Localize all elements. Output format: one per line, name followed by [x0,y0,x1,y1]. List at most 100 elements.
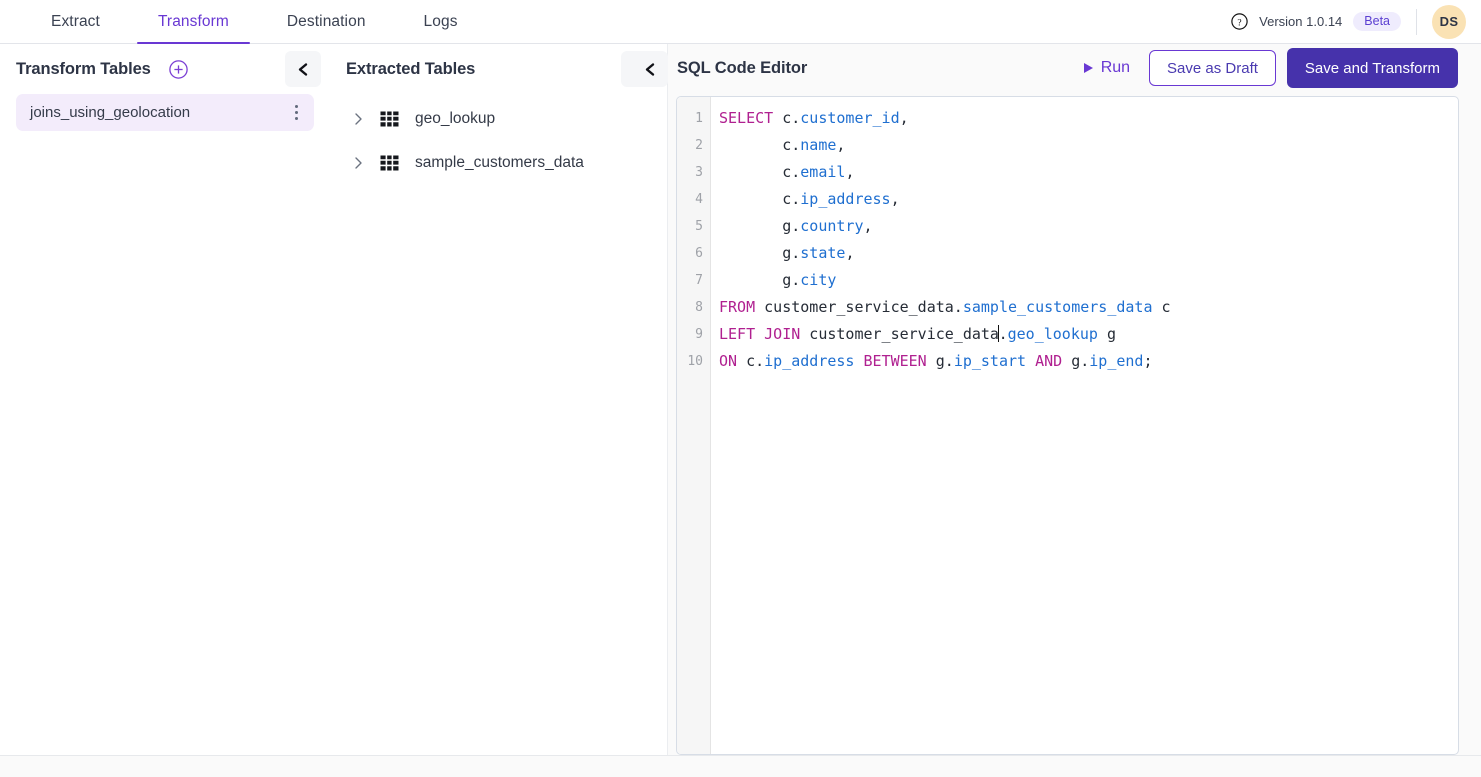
code-token: g. [719,244,800,262]
code-token [755,325,764,343]
extracted-tables-list: geo_lookup sample_c [330,94,667,185]
chevron-left-icon [643,62,658,77]
line-number: 4 [677,186,710,213]
transform-panel-title: Transform Tables [16,60,151,79]
run-button[interactable]: Run [1076,55,1138,81]
code-token: . [999,325,1008,343]
code-token: c. [737,352,764,370]
collapse-sql-panel-button[interactable] [632,51,668,87]
code-token: SELECT [719,109,773,127]
code-token: customer_service_data [800,325,999,343]
run-button-label: Run [1101,59,1130,77]
code-token: geo_lookup [1008,325,1098,343]
code-token: customer_id [800,109,899,127]
beta-badge: Beta [1353,12,1401,32]
chevron-right-icon[interactable] [347,112,369,126]
code-token: FROM [719,298,755,316]
code-line: ON c.ip_address BETWEEN g.ip_start AND g… [719,348,1458,375]
save-and-transform-button[interactable]: Save and Transform [1287,48,1458,88]
code-token: , [891,190,900,208]
plus-circle-icon[interactable] [169,60,188,79]
sql-code-editor[interactable]: 12345678910 SELECT c.customer_id, c.name… [676,96,1459,755]
code-line: c.email, [719,159,1458,186]
sql-editor-header: SQL Code Editor Run Save as Draft Save a… [668,44,1481,92]
tab-logs[interactable]: Logs [395,0,487,44]
table-icon [380,111,399,127]
code-token: country [800,217,863,235]
code-token: AND [1035,352,1062,370]
more-vertical-icon[interactable] [292,101,301,124]
code-token: LEFT [719,325,755,343]
code-line: LEFT JOIN customer_service_data.geo_look… [719,321,1458,348]
tab-destination[interactable]: Destination [258,0,395,44]
code-token: JOIN [764,325,800,343]
code-token: g. [719,217,800,235]
extracted-table-item[interactable]: sample_customers_data [330,141,667,185]
code-token: ip_end [1089,352,1143,370]
code-line: c.ip_address, [719,186,1458,213]
tab-extract[interactable]: Extract [22,0,129,44]
code-line: g.city [719,267,1458,294]
extracted-table-label: sample_customers_data [415,154,584,172]
tab-logs-label: Logs [424,13,458,31]
transform-panel-header: Transform Tables [0,44,330,94]
code-token: name [800,136,836,154]
code-line: SELECT c.customer_id, [719,105,1458,132]
code-token: c [1153,298,1171,316]
avatar[interactable]: DS [1432,5,1466,39]
code-token: ON [719,352,737,370]
code-line: c.name, [719,132,1458,159]
code-token: state [800,244,845,262]
header-right-cluster: ? Version 1.0.14 Beta DS [1231,0,1481,43]
header-divider [1416,9,1417,35]
play-icon [1084,63,1093,73]
tab-destination-label: Destination [287,13,366,31]
code-token: ip_start [954,352,1026,370]
code-token: c. [773,109,800,127]
line-number: 8 [677,294,710,321]
collapse-transform-panel-button[interactable] [285,51,321,87]
extracted-table-label: geo_lookup [415,110,495,128]
code-token: g. [719,271,800,289]
code-token: sample_customers_data [963,298,1153,316]
line-number: 9 [677,321,710,348]
code-token: , [845,244,854,262]
line-number: 7 [677,267,710,294]
transform-table-label: joins_using_geolocation [30,104,292,121]
editor-line-number-gutter: 12345678910 [677,97,711,754]
code-token: , [900,109,909,127]
extracted-table-item[interactable]: geo_lookup [330,97,667,141]
code-token: city [800,271,836,289]
code-token [1026,352,1035,370]
code-token: , [864,217,873,235]
version-label: Version 1.0.14 [1259,14,1342,29]
line-number: 3 [677,159,710,186]
table-icon [380,155,399,171]
transform-tables-list: joins_using_geolocation [0,94,330,131]
save-as-draft-button[interactable]: Save as Draft [1149,50,1276,86]
question-circle-icon[interactable]: ? [1231,13,1248,30]
code-line: g.country, [719,213,1458,240]
code-token [854,352,863,370]
transform-tables-panel: Transform Tables joins_using_geolocation [0,44,330,777]
line-number: 5 [677,213,710,240]
code-token: c. [719,163,800,181]
extracted-panel-header: Extracted Tables [330,44,667,94]
tab-transform[interactable]: Transform [129,0,258,44]
line-number: 2 [677,132,710,159]
tab-transform-label: Transform [158,13,229,31]
code-token: g. [927,352,954,370]
line-number: 10 [677,348,710,375]
footer-strip [0,755,1481,777]
svg-text:?: ? [1238,18,1242,28]
code-token: g [1098,325,1116,343]
chevron-right-icon[interactable] [347,156,369,170]
code-token: , [845,163,854,181]
transform-table-item[interactable]: joins_using_geolocation [16,94,314,131]
sql-editor-title: SQL Code Editor [668,59,807,78]
editor-code-area[interactable]: SELECT c.customer_id, c.name, c.email, c… [711,97,1458,754]
code-token: BETWEEN [864,352,927,370]
extracted-tables-panel: Extracted Tables [330,44,668,777]
chevron-left-icon [296,62,311,77]
code-token: ; [1143,352,1152,370]
